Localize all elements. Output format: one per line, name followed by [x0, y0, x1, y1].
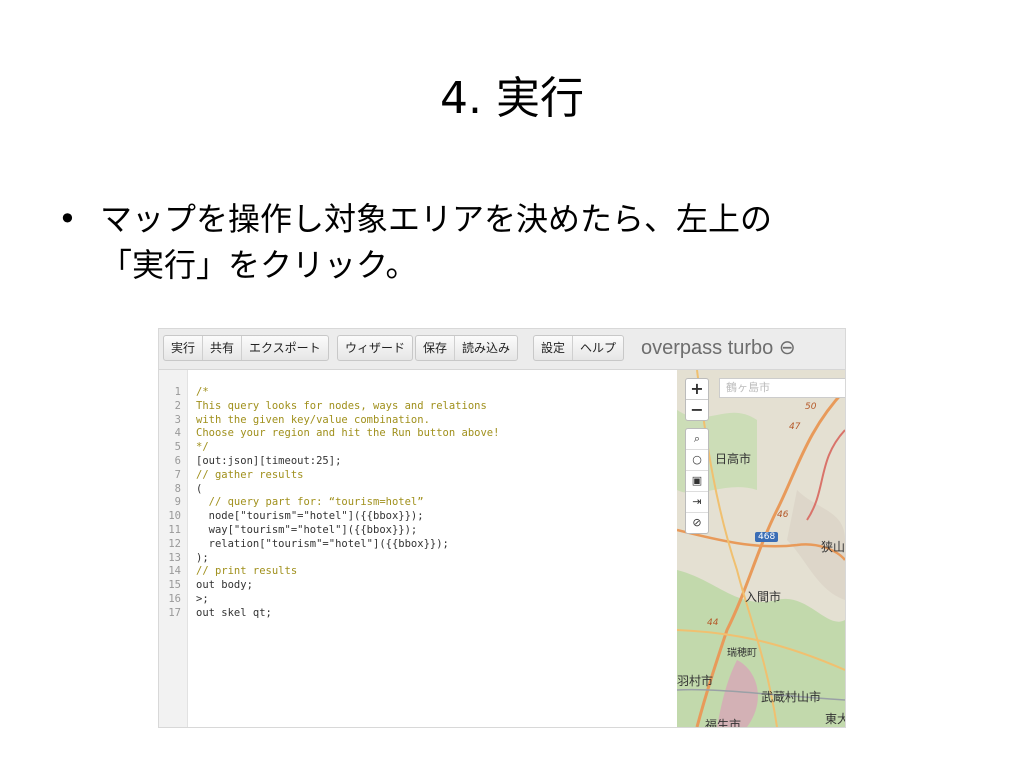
code-line: 9 // query part for: “tourism=hotel” [159, 496, 677, 510]
map-label: 入間市 [745, 590, 782, 604]
run-button[interactable]: 実行 [164, 336, 204, 360]
code-line: 14 // print results [159, 565, 677, 579]
map-label: 瑞穂町 [727, 648, 757, 659]
share-button[interactable]: 共有 [203, 336, 243, 360]
code-line: 13); [159, 552, 677, 566]
line-number: 16 [168, 592, 181, 605]
zoom-out-button[interactable]: − [686, 400, 708, 420]
overpass-turbo-screenshot: 実行 共有 エクスポート ウィザード 保存 読み込み 設定 ヘルプ overpa… [158, 328, 846, 728]
code-line: 16 >; [159, 593, 677, 607]
line-number: 11 [168, 523, 181, 536]
code-text: ); [196, 551, 209, 564]
locate-icon[interactable]: ○ [686, 450, 708, 471]
code-text: relation["tourism"="hotel"]({{bbox}}); [196, 537, 449, 550]
code-text: way["tourism"="hotel"]({{bbox}}); [196, 523, 418, 536]
map-tools: ⌕ ○ ▣ ⇥ ⊘ [685, 428, 709, 534]
code-line: 8( [159, 483, 677, 497]
line-number: 12 [168, 537, 181, 550]
code-line: 2 This query looks for nodes, ways and re… [159, 400, 677, 414]
toolbar: 実行 共有 エクスポート ウィザード 保存 読み込み 設定 ヘルプ overpa… [159, 329, 845, 370]
code-editor[interactable]: 1 /* 2 This query looks for nodes, ways and… [159, 370, 677, 727]
route-number: 50 [805, 402, 817, 412]
image-icon[interactable]: ▣ [686, 471, 708, 492]
clear-icon[interactable]: ⊘ [686, 513, 708, 533]
code-text: This query looks for nodes, ways and rel… [196, 399, 487, 412]
brand-logo[interactable]: overpass turbo ⊖ [641, 335, 796, 360]
bullet-line-2: 「実行」をクリック。 [100, 246, 418, 284]
load-button[interactable]: 読み込み [455, 336, 517, 360]
code-text: out body; [196, 579, 253, 592]
search-icon[interactable]: ⌕ [686, 429, 708, 450]
line-number: 1 [174, 386, 181, 398]
code-text: Choose your region and hit the Run butto… [196, 427, 500, 440]
code-line: 11 way["tourism"="hotel"]({{bbox}}); [159, 524, 677, 538]
save-button[interactable]: 保存 [416, 336, 456, 360]
map-label: 福生市 [705, 718, 742, 727]
map-search-input[interactable]: 鶴ヶ島市 [719, 378, 845, 398]
map-view[interactable]: 鶴ヶ島市 + − ⌕ ○ ▣ ⇥ ⊘ 日高市 入間市 狭山 瑞穂町 武蔵村山市 … [677, 370, 845, 727]
line-number: 3 [174, 413, 181, 426]
settings-button[interactable]: 設定 [534, 336, 574, 360]
line-number: 13 [168, 551, 181, 564]
code-text: // query part for: “tourism=hotel” [196, 496, 424, 509]
code-line: 7 // gather results [159, 469, 677, 483]
code-text: [out:json][timeout:25]; [196, 454, 342, 467]
line-number: 4 [174, 427, 181, 440]
code-lines: 1 /* 2 This query looks for nodes, ways and… [159, 386, 677, 621]
zoom-in-button[interactable]: + [686, 379, 708, 400]
code-text: >; [196, 592, 209, 605]
route-number: 44 [707, 618, 719, 628]
map-label: 羽村市 [677, 674, 714, 688]
line-number: 7 [174, 468, 181, 481]
code-line: 10 node["tourism"="hotel"]({{bbox}}); [159, 510, 677, 524]
code-text: // print results [196, 565, 298, 578]
bullet-dot: • [58, 200, 77, 238]
slide-title: 4. 実行 [440, 73, 584, 124]
export-button[interactable]: エクスポート [242, 336, 328, 360]
code-text: with the given key/value combination. [196, 413, 430, 426]
bullet-point: • マップを操作し対象エリアを決めたら、左上の 「実行」をクリック。 [58, 196, 978, 288]
code-text: ( [196, 482, 203, 495]
code-line: 12 relation["tourism"="hotel"]({{bbox}})… [159, 538, 677, 552]
toolbar-group-file: 保存 読み込み [415, 335, 519, 361]
code-text: */ [196, 441, 209, 454]
code-text: out skel qt; [196, 606, 272, 619]
map-label: 武蔵村山市 [761, 690, 822, 704]
line-number: 6 [174, 454, 181, 467]
bullet-line-1: マップを操作し対象エリアを決めたら、左上の [100, 200, 773, 238]
map-label: 狭山 [821, 540, 845, 554]
line-number: 15 [168, 579, 181, 592]
toolbar-group-main: 実行 共有 エクスポート [163, 335, 329, 361]
help-button[interactable]: ヘルプ [573, 336, 623, 360]
line-number: 2 [174, 399, 181, 412]
line-number: 5 [174, 441, 181, 454]
toolbar-group-wizard: ウィザード [337, 335, 414, 361]
toolbar-group-help: 設定 ヘルプ [533, 335, 625, 361]
route-number: 47 [789, 422, 801, 432]
code-text: /* [196, 386, 209, 398]
map-label: 東大 [825, 712, 845, 726]
code-text: // gather results [196, 468, 304, 481]
line-number: 14 [168, 565, 181, 578]
zoom-control: + − [685, 378, 709, 421]
code-line: 1 /* [159, 386, 677, 400]
line-number: 9 [174, 496, 181, 509]
zoom-to-data-icon[interactable]: ⇥ [686, 492, 708, 513]
route-number: 46 [777, 510, 789, 520]
code-line: 6 [out:json][timeout:25]; [159, 455, 677, 469]
code-line: 3 with the given key/value combination. [159, 414, 677, 428]
wizard-button[interactable]: ウィザード [338, 336, 412, 360]
code-line: 5 */ [159, 441, 677, 455]
route-shield: 468 [755, 532, 779, 542]
code-line: 15 out body; [159, 579, 677, 593]
map-label: 日高市 [715, 452, 752, 466]
code-text: node["tourism"="hotel"]({{bbox}}); [196, 510, 424, 523]
line-number: 10 [168, 510, 181, 523]
line-number: 8 [174, 482, 181, 495]
line-number: 17 [168, 606, 181, 619]
code-line: 4 Choose your region and hit the Run butt… [159, 427, 677, 441]
code-line: 17 out skel qt; [159, 607, 677, 621]
